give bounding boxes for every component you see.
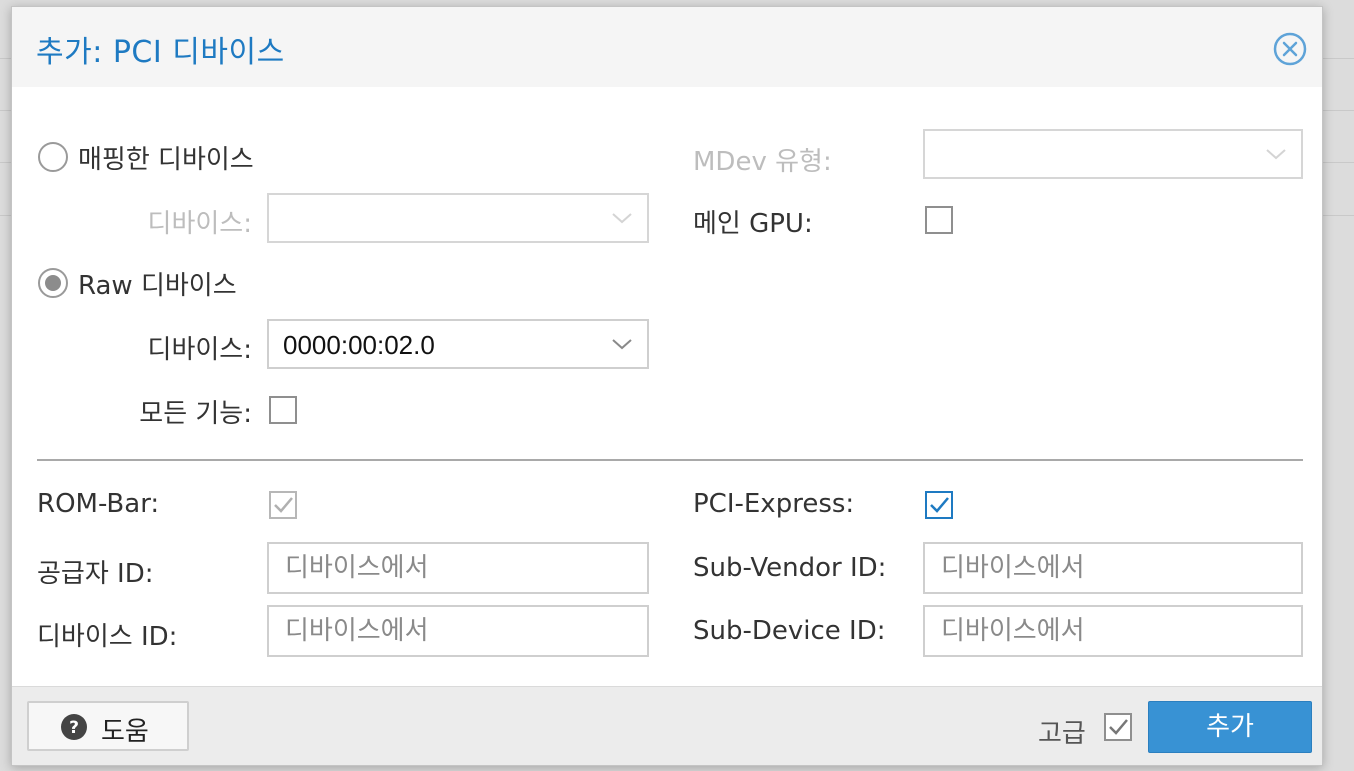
close-icon[interactable] <box>1273 32 1307 66</box>
device-id-label: 디바이스 ID: <box>37 622 178 652</box>
help-button-label: 도움 <box>101 717 149 747</box>
mapped-device-radio[interactable] <box>38 142 68 172</box>
primary-gpu-label: 메인 GPU: <box>693 209 813 239</box>
add-button[interactable]: 추가 <box>1148 701 1312 753</box>
advanced-label: 고급 <box>1038 719 1086 749</box>
mdev-type-label: MDev 유형: <box>693 147 832 177</box>
advanced-checkbox[interactable] <box>1104 713 1132 741</box>
check-icon <box>930 497 949 513</box>
section-divider <box>37 459 1303 461</box>
rombar-checkbox[interactable] <box>269 491 297 519</box>
all-functions-checkbox[interactable] <box>269 396 297 424</box>
mapped-device-label: 디바이스: <box>147 209 252 239</box>
vendor-id-label: 공급자 ID: <box>37 559 154 589</box>
check-icon <box>1109 719 1128 735</box>
raw-device-label: 디바이스: <box>147 335 252 365</box>
svg-text:?: ? <box>69 718 79 738</box>
dialog-header: 추가: PCI 디바이스 <box>12 7 1322 87</box>
pcie-checkbox[interactable] <box>925 491 953 519</box>
chevron-down-icon <box>612 213 632 224</box>
sub-vendor-id-input[interactable]: 디바이스에서 <box>923 542 1303 594</box>
all-functions-label: 모든 기능: <box>139 399 252 429</box>
mapped-device-select[interactable] <box>267 193 649 243</box>
chevron-down-icon <box>612 339 632 350</box>
pcie-label: PCI-Express: <box>693 489 855 519</box>
mapped-device-radio-label: 매핑한 디바이스 <box>78 145 254 175</box>
raw-device-value: 0000:00:02.0 <box>283 330 435 360</box>
sub-vendor-id-label: Sub-Vendor ID: <box>693 553 887 583</box>
mdev-type-select[interactable] <box>923 129 1303 179</box>
question-circle-icon: ? <box>61 714 87 740</box>
raw-device-radio-label: Raw 디바이스 <box>78 271 237 301</box>
dialog-footer: ? 도움 고급 추가 <box>12 686 1322 765</box>
raw-device-radio[interactable] <box>38 268 68 298</box>
raw-device-select[interactable]: 0000:00:02.0 <box>267 319 649 369</box>
help-button[interactable]: ? 도움 <box>27 701 189 751</box>
add-pci-device-dialog: 추가: PCI 디바이스 매핑한 디바이스 디바이스: Raw 디바이스 디바이… <box>11 6 1323 766</box>
primary-gpu-checkbox[interactable] <box>925 206 953 234</box>
check-icon <box>274 497 293 513</box>
sub-device-id-label: Sub-Device ID: <box>693 616 886 646</box>
rombar-label: ROM-Bar: <box>37 489 160 519</box>
chevron-down-icon <box>1266 149 1286 160</box>
device-id-input[interactable]: 디바이스에서 <box>267 605 649 657</box>
sub-device-id-input[interactable]: 디바이스에서 <box>923 605 1303 657</box>
dialog-title: 추가: PCI 디바이스 <box>36 35 285 70</box>
vendor-id-input[interactable]: 디바이스에서 <box>267 542 649 594</box>
